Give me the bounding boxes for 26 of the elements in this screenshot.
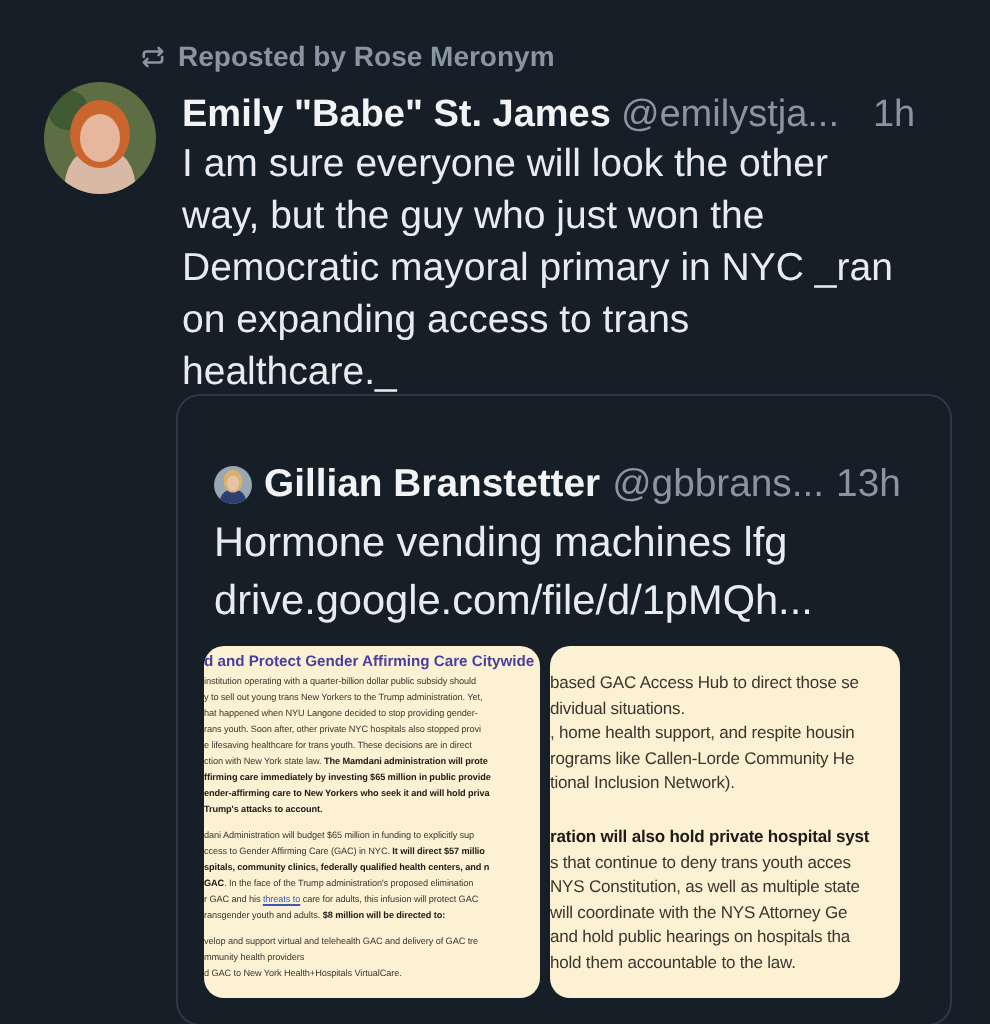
author-handle[interactable]: @gbbrans... xyxy=(612,462,825,508)
avatar xyxy=(214,466,252,504)
document-text: tional Inclusion Network). xyxy=(550,770,735,796)
document-text: ration will also hold private hospital syst xyxy=(550,823,870,850)
document-text: hold them accountable to the law. xyxy=(550,949,796,976)
document-text: will coordinate with the NYS Attorney Ge xyxy=(550,899,848,925)
document-text: rograms like Callen-Lorde Community He xyxy=(550,745,855,771)
repost-icon xyxy=(140,45,166,67)
post-text: I am sure everyone will look the other way, but the guy who just won the Democratic mayoral primary in NYC _ran on expanding access to trans healthcare._ xyxy=(182,140,895,398)
post-text: Hormone vending machines lfg xyxy=(214,518,790,570)
document-text: s that continue to deny trans youth acces xyxy=(550,849,851,875)
document-image[interactable] xyxy=(204,646,540,998)
post-time[interactable]: 13h xyxy=(836,462,901,508)
document-image[interactable] xyxy=(550,646,900,998)
document-text: dividual situations. xyxy=(550,695,685,721)
author-name[interactable]: Emily "Babe" St. James xyxy=(182,94,611,138)
author-name[interactable]: Gillian Branstetter xyxy=(264,462,601,508)
post-time[interactable]: 1h xyxy=(872,94,916,138)
document-text: based GAC Access Hub to direct those se xyxy=(550,670,859,696)
document-text: NYS Constitution, as well as multiple state xyxy=(550,874,860,900)
quote-card[interactable] xyxy=(176,394,952,1024)
author-handle[interactable]: @emilystja... xyxy=(620,94,839,138)
document-text: , home health support, and respite housin xyxy=(550,720,855,746)
link[interactable]: drive.google.com/file/d/1pMQh... xyxy=(214,572,813,630)
document-text: and hold public hearings on hospitals tha xyxy=(550,924,850,950)
repost-label[interactable]: Reposted by Rose Meronym xyxy=(178,40,555,72)
